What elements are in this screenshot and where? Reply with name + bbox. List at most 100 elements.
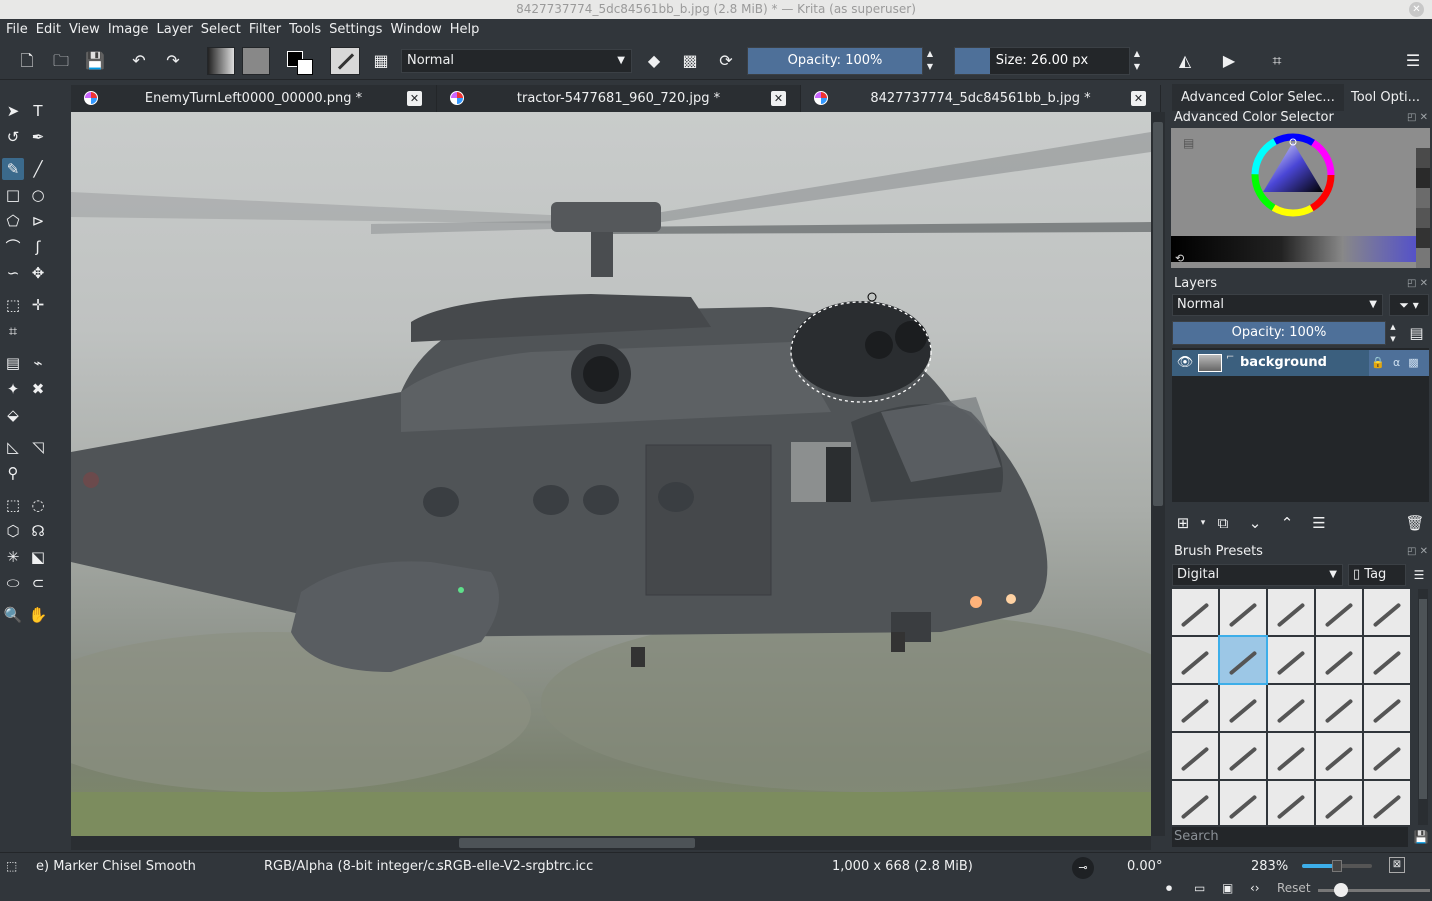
window-close-button[interactable]: ✕ <box>1409 2 1424 17</box>
menu-edit[interactable]: Edit <box>36 19 67 42</box>
hue-ring[interactable] <box>1248 130 1338 220</box>
docker-menu-icon[interactable]: ☰ <box>1402 50 1424 72</box>
dynamic-brush-tool-icon[interactable]: ∽ <box>2 262 24 284</box>
polyline-tool-icon[interactable]: ⊳ <box>27 210 49 232</box>
fill-tool-icon[interactable]: ⬙ <box>2 404 24 426</box>
brush-preset-tile[interactable] <box>1364 685 1410 731</box>
brush-preset-tile[interactable] <box>1172 733 1218 779</box>
reference-tool-icon[interactable]: ⚲ <box>2 462 24 484</box>
brush-presets-scrollbar[interactable] <box>1418 589 1428 825</box>
similar-selection-tool-icon[interactable]: ⬕ <box>27 546 49 568</box>
brush-preset-tile[interactable] <box>1268 733 1314 779</box>
line-tool-icon[interactable]: ╱ <box>27 158 49 180</box>
redo-icon[interactable]: ↷ <box>162 50 184 72</box>
magnetic-selection-tool-icon[interactable]: ⊂ <box>27 572 49 594</box>
tab-document-3[interactable]: 8427737774_5dc84561bb_b.jpg * ✕ <box>801 85 1161 112</box>
brush-preset-tile[interactable] <box>1220 781 1266 825</box>
menu-settings[interactable]: Settings <box>329 19 388 42</box>
bezier-tool-icon[interactable]: ⌒ <box>2 236 24 258</box>
menu-select[interactable]: Select <box>201 19 247 42</box>
brush-preset-tile[interactable] <box>1268 637 1314 683</box>
bezier-selection-tool-icon[interactable]: ⬭ <box>2 572 24 594</box>
menu-file[interactable]: File <box>6 19 34 42</box>
menu-window[interactable]: Window <box>390 19 447 42</box>
opacity-spin-buttons[interactable]: ▲ ▼ <box>924 47 936 75</box>
brush-preset-tile[interactable] <box>1316 685 1362 731</box>
menu-tools[interactable]: Tools <box>289 19 327 42</box>
layer-filter-button[interactable]: ⏷ ▾ <box>1389 294 1429 316</box>
scrollbar-thumb[interactable] <box>459 838 695 848</box>
zoom-slider[interactable] <box>1302 860 1372 872</box>
blend-mode-select[interactable]: Normal ▼ <box>401 49 632 73</box>
visibility-eye-icon[interactable]: 👁 <box>1174 352 1196 374</box>
brush-preset-tile[interactable] <box>1172 781 1218 825</box>
brush-preset-tile[interactable] <box>1364 781 1410 825</box>
docker-float-close-icons[interactable]: ◰ ✕ <box>1407 278 1428 289</box>
freehand-brush-tool-icon[interactable]: ✎ <box>2 158 24 180</box>
zoom-tool-icon[interactable]: 🔍 <box>2 604 24 626</box>
brush-preset-tile[interactable] <box>1268 589 1314 635</box>
brush-preset-tile[interactable] <box>1364 733 1410 779</box>
crop-tool-icon[interactable]: ⌗ <box>2 320 24 342</box>
layer-properties-icon[interactable]: ▤ <box>1404 321 1429 345</box>
brush-preset-tile[interactable] <box>1220 589 1266 635</box>
canvas[interactable] <box>71 112 1151 836</box>
mirror-horizontal-icon[interactable]: ◭ <box>1174 50 1196 72</box>
brush-preset-tile[interactable] <box>1172 589 1218 635</box>
vertical-scrollbar[interactable] <box>1151 112 1165 836</box>
brush-preset-tile[interactable] <box>1172 637 1218 683</box>
brush-tag-select[interactable]: Digital ▼ <box>1172 564 1343 586</box>
size-slider[interactable]: Size: 26.00 px <box>954 47 1130 75</box>
size-spin-buttons[interactable]: ▲ ▼ <box>1131 47 1143 75</box>
freehand-path-tool-icon[interactable]: ʃ <box>27 236 49 258</box>
brush-preset-button[interactable] <box>330 47 360 75</box>
undo-icon[interactable]: ↶ <box>128 50 150 72</box>
crop-icon[interactable]: ⌗ <box>1266 50 1288 72</box>
brush-preset-tile[interactable] <box>1268 685 1314 731</box>
menu-layer[interactable]: Layer <box>157 19 199 42</box>
close-icon[interactable]: ✕ <box>1131 91 1146 106</box>
multibrush-tool-icon[interactable]: ✥ <box>27 262 49 284</box>
color-history-strip[interactable] <box>1416 128 1430 268</box>
reload-preset-icon[interactable]: ⟳ <box>715 50 737 72</box>
display-icon[interactable]: ▭ <box>1194 881 1205 895</box>
brush-preset-tile[interactable] <box>1220 685 1266 731</box>
menu-filter[interactable]: Filter <box>249 19 287 42</box>
text-tool-icon[interactable]: T <box>27 100 49 122</box>
selection-mode-icon[interactable]: ⬚ <box>6 859 17 873</box>
code-icon[interactable]: ‹› <box>1250 881 1260 895</box>
polygon-tool-icon[interactable]: ⬠ <box>2 210 24 232</box>
duplicate-layer-icon[interactable]: ⧉ <box>1212 512 1234 534</box>
layer-opacity-slider[interactable]: Opacity: 100% <box>1172 321 1386 345</box>
horizontal-scrollbar[interactable] <box>71 836 1151 850</box>
rotation-dial-icon[interactable]: ⊸ <box>1072 857 1094 879</box>
freehand-selection-tool-icon[interactable]: ☊ <box>27 520 49 542</box>
color-selector-settings-icon[interactable]: ▤ <box>1183 136 1194 150</box>
menu-view[interactable]: View <box>69 19 106 42</box>
reset-button[interactable]: Reset <box>1277 881 1311 895</box>
canvas-only-toggle-icon[interactable]: ⊠ <box>1389 857 1405 873</box>
tab-document-1[interactable]: EnemyTurnLeft0000_00000.png * ✕ <box>71 85 437 112</box>
secondary-slider[interactable] <box>1318 883 1430 897</box>
menu-image[interactable]: Image <box>108 19 155 42</box>
menu-help[interactable]: Help <box>450 19 486 42</box>
advanced-color-selector[interactable]: ▤ ⟲ <box>1171 128 1430 268</box>
open-icon[interactable]: 🗀 <box>50 50 72 72</box>
camera-icon[interactable]: ⏺ <box>1166 881 1172 896</box>
eraser-icon[interactable]: ◆ <box>643 50 665 72</box>
close-icon[interactable]: ✕ <box>771 91 786 106</box>
move-layer-up-icon[interactable]: ⌃ <box>1276 512 1298 534</box>
brush-preset-tile[interactable] <box>1364 637 1410 683</box>
layer-properties-icon[interactable]: ☰ <box>1308 512 1330 534</box>
opacity-slider[interactable]: Opacity: 100% <box>747 47 923 75</box>
brush-preset-tile[interactable] <box>1316 781 1362 825</box>
brush-preset-tile[interactable] <box>1364 589 1410 635</box>
brush-preset-tile[interactable] <box>1316 589 1362 635</box>
alpha-lock-icon[interactable]: ▩ <box>679 50 701 72</box>
smart-patch-tool-icon[interactable]: ✦ <box>2 378 24 400</box>
measure-tool-icon[interactable]: ◹ <box>27 436 49 458</box>
brush-preset-tile[interactable] <box>1218 635 1268 685</box>
transform-tool-icon[interactable]: ⬚ <box>2 294 24 316</box>
color-picker-tool-icon[interactable]: ⌁ <box>27 352 49 374</box>
edit-shapes-tool-icon[interactable]: ↺ <box>2 126 24 148</box>
